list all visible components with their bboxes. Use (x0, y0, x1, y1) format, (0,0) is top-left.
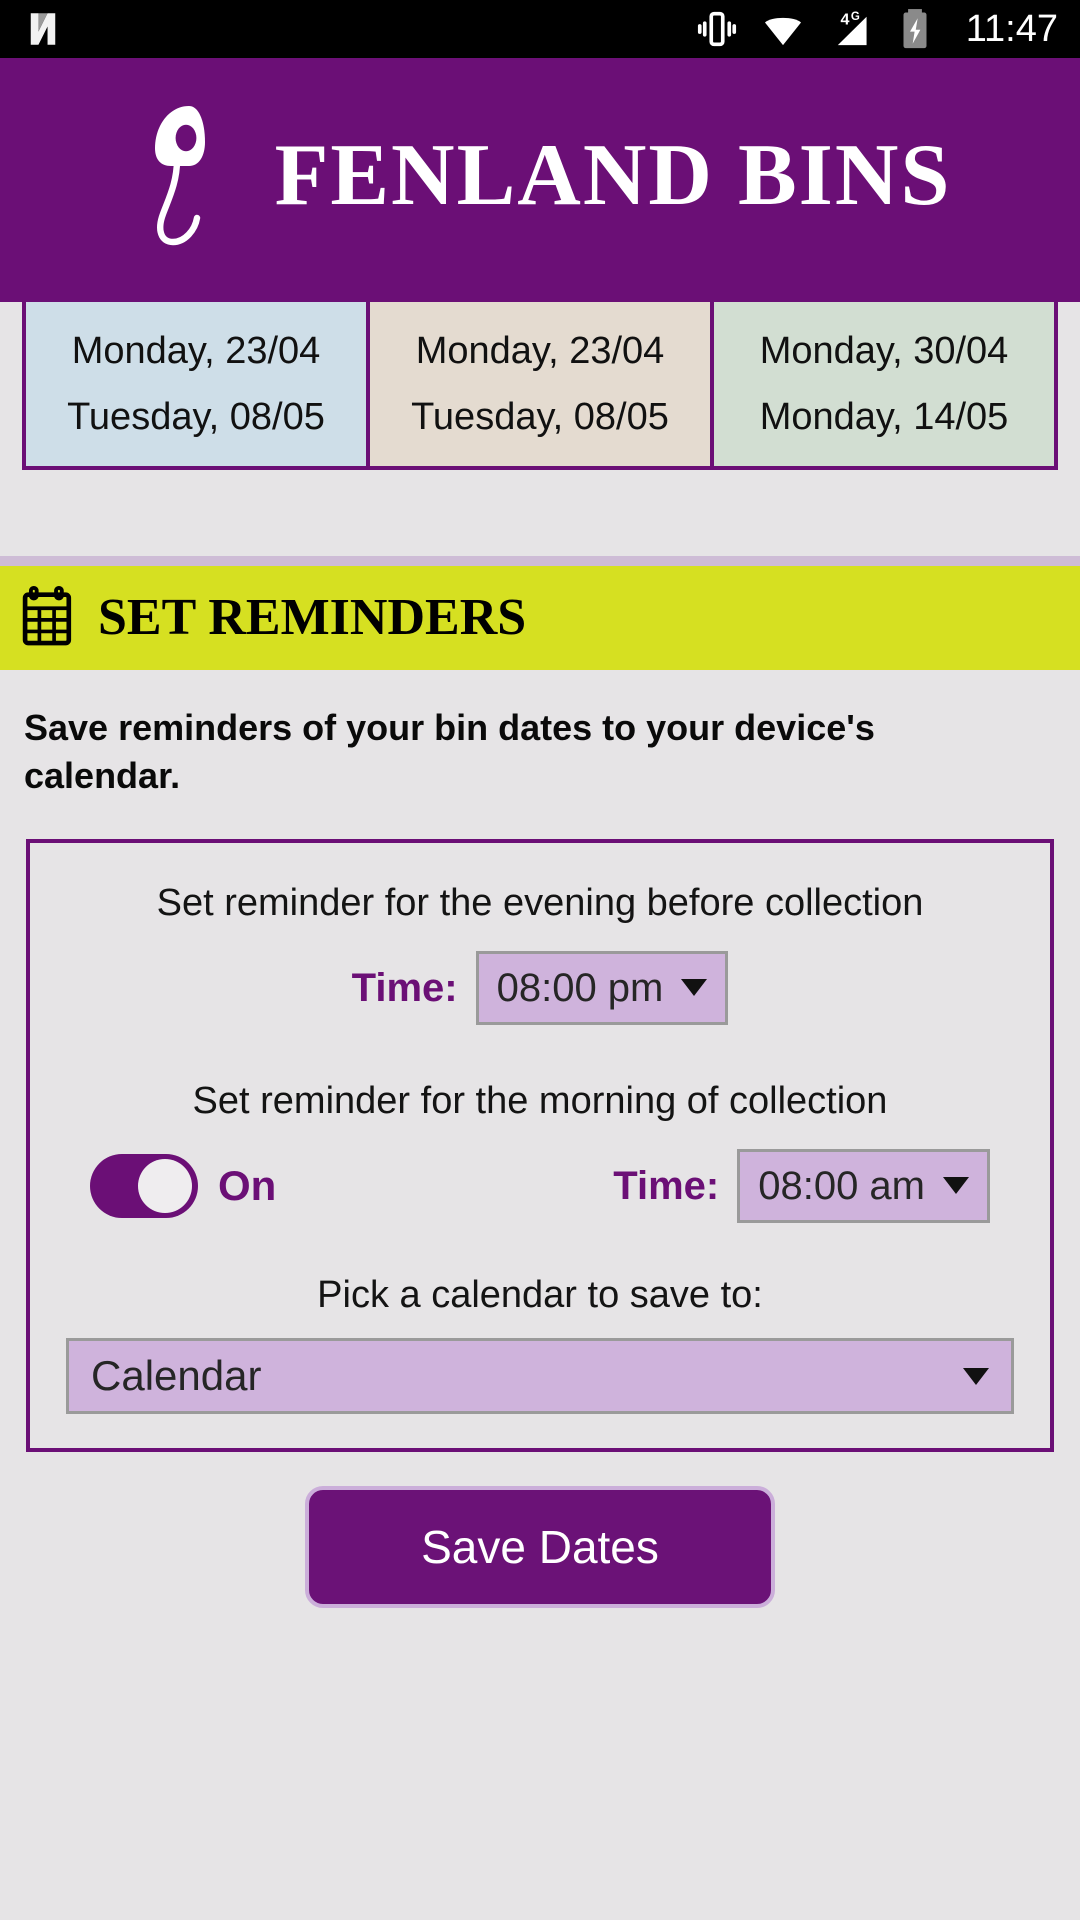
morning-toggle-state: On (218, 1161, 277, 1209)
morning-time-group: Time: 08:00 am (613, 1148, 990, 1223)
evening-time-label: Time: (351, 965, 458, 1010)
collection-date: Tuesday, 08/05 (411, 396, 669, 438)
vibrate-icon (694, 6, 740, 52)
set-reminders-banner: SET REMINDERS (0, 566, 1080, 670)
collection-card-blue-bin: Monday, 23/04 Tuesday, 08/05 (26, 302, 366, 466)
morning-time-select[interactable]: 08:00 am (737, 1148, 990, 1223)
save-dates-button[interactable]: Save Dates (305, 1486, 775, 1609)
morning-reminder-label: Set reminder for the morning of collecti… (192, 1079, 888, 1122)
calendar-picker-select[interactable]: Calendar (66, 1338, 1014, 1415)
collection-date: Monday, 23/04 (415, 330, 665, 372)
signal-4g-icon: 4 G (826, 6, 878, 52)
svg-text:G: G (851, 11, 860, 23)
toggle-knob (138, 1158, 192, 1213)
brand-row: FENLAND BINS (129, 94, 952, 259)
android-n-logo-icon (22, 8, 64, 50)
status-bar-left (22, 8, 64, 50)
morning-reminder-controls: On Time: 08:00 am (30, 1148, 1050, 1223)
collection-dates-row: Monday, 23/04 Tuesday, 08/05 Monday, 23/… (22, 302, 1058, 470)
wifi-icon (760, 6, 806, 52)
morning-time-label: Time: (613, 1163, 720, 1208)
collection-date: Monday, 14/05 (759, 396, 1009, 438)
evening-reminder-label: Set reminder for the evening before coll… (156, 882, 924, 925)
section-divider (0, 556, 1080, 566)
collection-card-green-bin: Monday, 30/04 Monday, 14/05 (710, 302, 1054, 466)
collection-date: Monday, 30/04 (759, 330, 1009, 372)
status-bar-right: 4 G 11:47 (694, 6, 1058, 52)
collection-date: Monday, 23/04 (71, 330, 321, 372)
svg-text:4: 4 (840, 10, 849, 28)
save-button-wrap: Save Dates (0, 1486, 1080, 1609)
collection-card-brown-bin: Monday, 23/04 Tuesday, 08/05 (366, 302, 710, 466)
evening-time-select[interactable]: 08:00 pm (475, 950, 729, 1025)
fenland-swan-logo-icon (129, 94, 249, 259)
banner-title: SET REMINDERS (98, 589, 527, 646)
status-bar-clock: 11:47 (965, 8, 1058, 50)
reminders-panel: Set reminder for the evening before coll… (26, 839, 1054, 1453)
calendar-picker-label: Pick a calendar to save to: (317, 1273, 763, 1316)
morning-time-value: 08:00 am (758, 1163, 925, 1208)
morning-reminder-toggle[interactable] (90, 1153, 198, 1218)
calendar-icon (22, 585, 80, 652)
chevron-down-icon (943, 1177, 969, 1195)
reminders-description: Save reminders of your bin dates to your… (24, 707, 875, 796)
app-title: FENLAND BINS (274, 127, 952, 224)
content-gap (0, 470, 1080, 556)
status-bar: 4 G 11:47 (0, 0, 1080, 58)
calendar-picker-value: Calendar (91, 1352, 262, 1400)
collection-date: Tuesday, 08/05 (67, 396, 325, 438)
app-header: FENLAND BINS (0, 58, 1080, 302)
chevron-down-icon (963, 1367, 989, 1385)
chevron-down-icon (681, 979, 708, 997)
battery-charging-icon (898, 6, 932, 52)
evening-time-value: 08:00 pm (496, 965, 664, 1010)
evening-reminder-controls: Time: 08:00 pm (30, 950, 1050, 1025)
